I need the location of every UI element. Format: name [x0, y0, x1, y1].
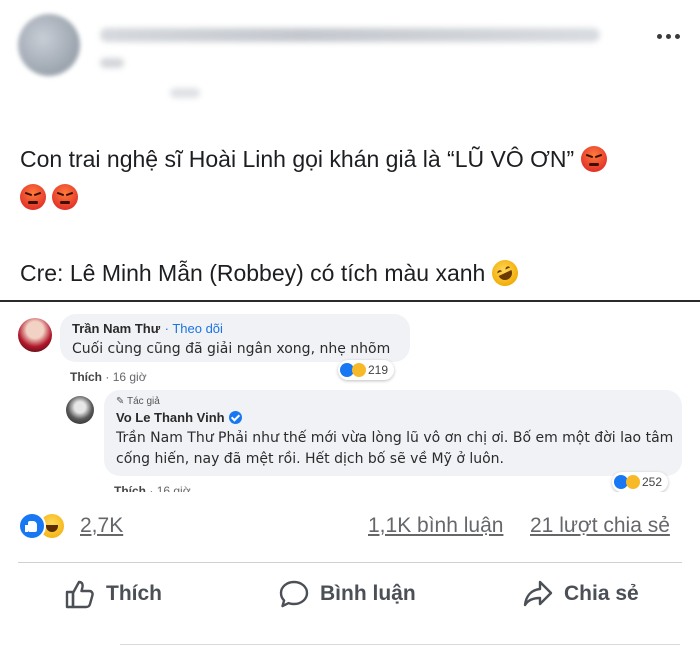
reply-text: Trần Nam Thư Phải như thế mới vừa lòng l… [116, 430, 674, 467]
reply-avatar [66, 396, 94, 424]
more-icon-dot [674, 33, 680, 39]
share-label: Chia sẻ [564, 582, 639, 605]
comment-follow-link: Theo dõi [172, 321, 223, 336]
reaction-count-link[interactable]: 2,7K [80, 514, 123, 538]
verified-badge-icon [228, 411, 242, 424]
comment-author: Trần Nam Thư [72, 321, 161, 336]
thumbs-up-icon [65, 580, 94, 609]
angry-emoji-icon [580, 146, 607, 172]
reply-time: 16 giờ [156, 484, 191, 492]
author-name-blurred[interactable] [100, 28, 600, 42]
comment-bubble: Trần Nam Thư · Theo dõi Cuối cùng cũng đ… [60, 314, 410, 362]
caption-emoji-line [20, 178, 680, 216]
pencil-icon: ✎ [116, 396, 125, 407]
caption-line: Cre: Lê Minh Mẫn (Robbey) có tích màu xa… [20, 254, 680, 292]
share-count-link[interactable]: 21 lượt chia sẻ [530, 514, 670, 538]
reply-meta-sep: · [149, 484, 157, 492]
post-stats: 2,7K 1,1K bình luận 21 lượt chia sẻ [0, 496, 700, 560]
reaction-icons[interactable] [18, 512, 66, 540]
reply-like-action: Thích [114, 484, 146, 492]
share-arrow-icon [523, 580, 553, 607]
bottom-divider [120, 644, 680, 645]
post-header [0, 0, 700, 112]
caption-line-2: Cre: Lê Minh Mẫn (Robbey) có tích màu xa… [20, 260, 486, 286]
more-icon-dot [656, 33, 662, 39]
haha-mini-icon [352, 363, 366, 377]
comment-reactions: 219 [338, 360, 395, 380]
angry-emoji-icon [20, 184, 46, 210]
like-reaction-icon [18, 512, 46, 540]
more-options-button[interactable] [652, 26, 684, 46]
like-label: Thích [106, 582, 162, 605]
comment-time: 16 giờ [112, 370, 147, 384]
comment-like-action: Thích [70, 370, 102, 384]
author-tag: ✎ Tác giả [116, 396, 160, 407]
post-meta-blurred-2 [170, 88, 200, 98]
speech-bubble-icon [279, 580, 309, 608]
post-meta-blurred [100, 58, 124, 68]
embedded-comment-screenshot[interactable]: Trần Nam Thư · Theo dõi Cuối cùng cũng đ… [0, 300, 700, 492]
comment-count-link[interactable]: 1,1K bình luận [368, 514, 503, 538]
comment-text: Cuối cùng cũng đã giải ngân xong, nhẹ nh… [72, 341, 391, 357]
share-button[interactable]: Chia sẻ [522, 563, 639, 625]
comment-button[interactable]: Bình luận [278, 563, 416, 625]
more-icon-dot [665, 33, 671, 39]
comment-label: Bình luận [320, 582, 416, 605]
angry-emoji-icon [52, 184, 79, 210]
author-avatar-blurred[interactable] [18, 14, 80, 76]
commenter-avatar [18, 318, 52, 352]
author-tag-label: Tác giả [127, 396, 160, 407]
haha-mini-icon [626, 475, 640, 489]
reply-bubble: ✎ Tác giả Vo Le Thanh Vinh Trần Nam Thư … [104, 390, 682, 476]
caption-line-1: Con trai nghệ sĩ Hoài Linh gọi khán giả … [20, 146, 575, 172]
reply-reactions: 252 [612, 472, 669, 492]
reply-header: Vo Le Thanh Vinh [116, 410, 242, 425]
reply-author: Vo Le Thanh Vinh [116, 410, 225, 425]
rolling-laughing-emoji-icon [487, 255, 522, 291]
comment-meta-sep: · [105, 370, 113, 384]
reply-meta: Thích · 16 giờ [114, 484, 191, 492]
reply-reaction-count: 252 [642, 475, 663, 489]
action-bar: Thích Bình luận Chia sẻ [0, 563, 700, 625]
comment-meta: Thích · 16 giờ [70, 370, 147, 384]
post-caption: Con trai nghệ sĩ Hoài Linh gọi khán giả … [20, 140, 680, 292]
caption-line: Con trai nghệ sĩ Hoài Linh gọi khán giả … [20, 140, 680, 178]
like-button[interactable]: Thích [64, 563, 162, 625]
comment-reaction-count: 219 [368, 363, 389, 377]
comment-header: Trần Nam Thư · Theo dõi [72, 320, 223, 338]
